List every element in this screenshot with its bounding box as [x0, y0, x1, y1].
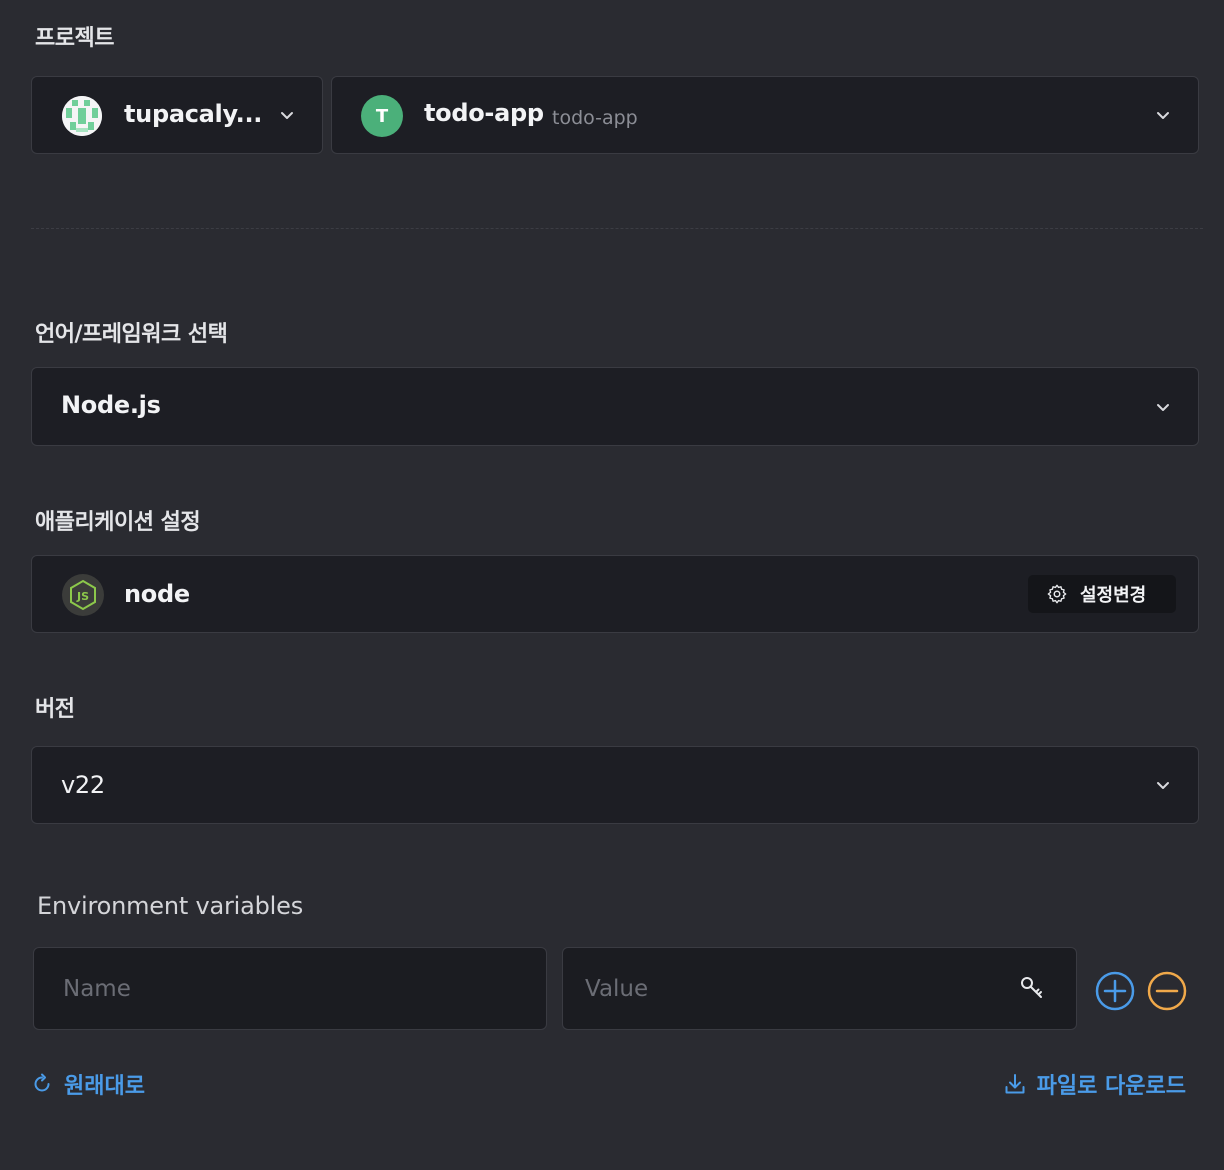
app-settings-box: JS node 설정변경 — [31, 555, 1199, 633]
remove-env-button[interactable] — [1147, 971, 1187, 1011]
app-name: node — [124, 580, 190, 608]
version-selected-value: v22 — [61, 771, 105, 799]
chevron-down-icon — [1154, 398, 1172, 416]
framework-selected-value: Node.js — [61, 391, 161, 419]
key-icon[interactable] — [1019, 975, 1045, 1001]
framework-select[interactable]: Node.js — [31, 367, 1199, 446]
download-label: 파일로 다운로드 — [1036, 1074, 1186, 1099]
organization-avatar-icon — [62, 96, 102, 136]
version-select[interactable]: v22 — [31, 746, 1199, 824]
framework-label: 언어/프레임워크 선택 — [35, 322, 228, 347]
organization-name: tupacaly... — [124, 100, 263, 128]
env-name-input[interactable] — [33, 947, 547, 1030]
chevron-down-icon — [278, 106, 296, 124]
app-settings-label: 애플리케이션 설정 — [35, 510, 201, 535]
project-select[interactable]: T todo-app todo-app — [331, 76, 1199, 154]
organization-select[interactable]: tupacaly... — [31, 76, 323, 154]
reset-button[interactable]: 원래대로 — [30, 1068, 145, 1100]
change-settings-label: 설정변경 — [1080, 585, 1147, 606]
download-icon — [1005, 1074, 1025, 1094]
project-name: todo-app — [424, 99, 544, 127]
env-value-input[interactable] — [562, 947, 1077, 1030]
environment-variables-label: Environment variables — [37, 892, 303, 920]
chevron-down-icon — [1154, 776, 1172, 794]
section-divider — [31, 228, 1203, 229]
svg-text:JS: JS — [76, 590, 89, 603]
refresh-icon — [34, 1073, 50, 1092]
project-label: 프로젝트 — [35, 26, 114, 51]
project-slug: todo-app — [552, 107, 638, 129]
project-avatar: T — [361, 95, 403, 137]
chevron-down-icon — [1154, 106, 1172, 124]
download-file-button[interactable]: 파일로 다운로드 — [1003, 1068, 1186, 1100]
gear-icon — [1047, 584, 1067, 604]
change-settings-button[interactable]: 설정변경 — [1028, 575, 1176, 613]
reset-label: 원래대로 — [64, 1074, 145, 1099]
version-label: 버전 — [35, 697, 75, 722]
add-env-button[interactable] — [1095, 971, 1135, 1011]
nodejs-icon: JS — [62, 574, 104, 616]
